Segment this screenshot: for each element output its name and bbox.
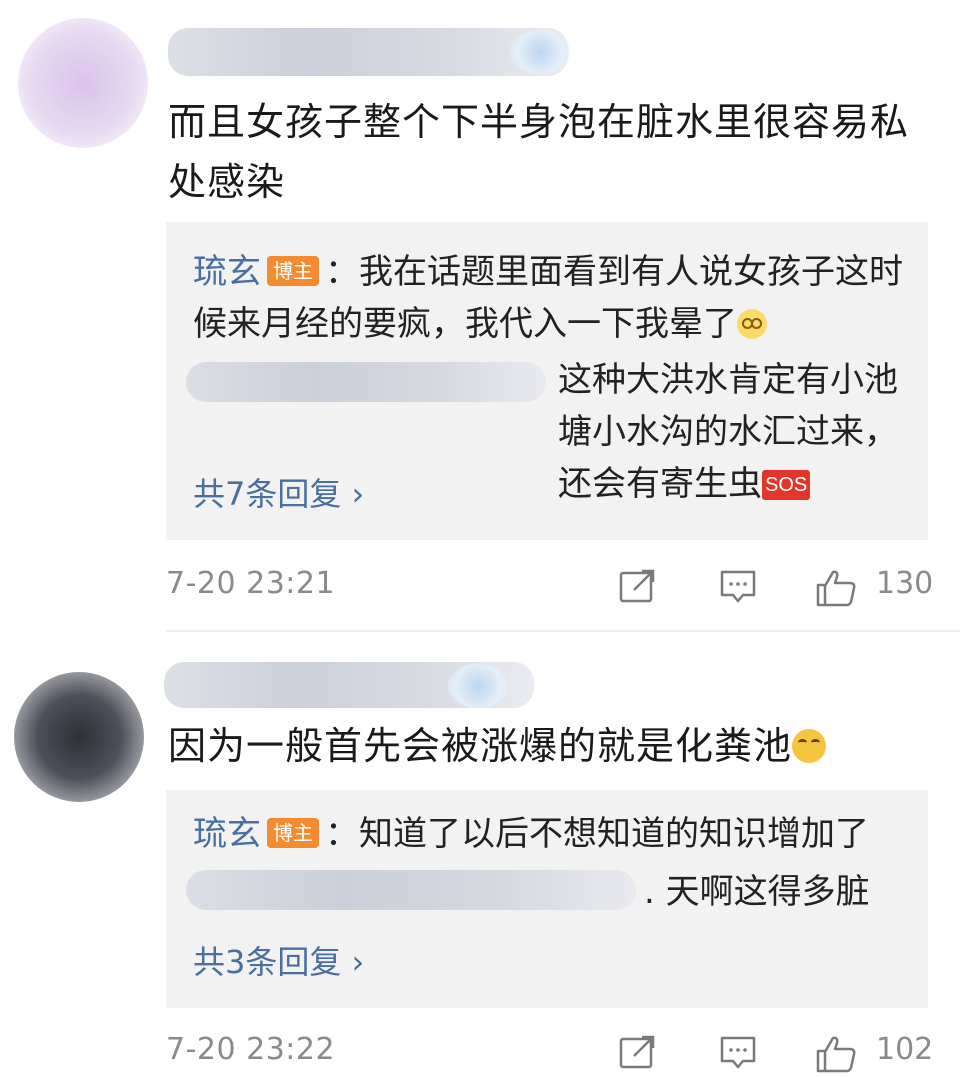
timestamp: 7-20 23:21 xyxy=(166,566,336,601)
comment-icon[interactable] xyxy=(718,1034,758,1076)
blurred-reply-author[interactable] xyxy=(186,870,636,910)
comment-text: 因为一般首先会被涨爆的就是化粪池 xyxy=(168,716,938,776)
blurred-badge xyxy=(510,30,570,74)
blurred-reply-author[interactable] xyxy=(186,362,546,402)
avatar[interactable] xyxy=(18,18,148,148)
reply-text: 琉玄 博主 ：我在话题里面看到有人说女孩子这时候来月经的要疯，我代入一下我晕了 xyxy=(193,252,903,344)
more-replies-link[interactable]: 共7条回复 › xyxy=(193,470,364,518)
reply-text: . 天啊这得多脏 xyxy=(644,872,870,912)
share-icon[interactable] xyxy=(618,568,658,608)
laughing-crying-emoji-icon xyxy=(792,729,827,763)
comment-text: 而且女孩子整个下半身泡在脏水里很容易私处感染 xyxy=(168,100,910,204)
like-count: 130 xyxy=(876,566,934,601)
blurred-badge xyxy=(448,664,508,708)
like-icon[interactable] xyxy=(814,568,858,612)
comment-actions: 7-20 23:21 130 xyxy=(166,562,933,612)
like-count: 102 xyxy=(876,1032,934,1067)
timestamp: 7-20 23:22 xyxy=(166,1032,336,1067)
comment-actions: 7-20 23:22 102 xyxy=(166,1028,933,1078)
comment-icon[interactable] xyxy=(718,568,758,610)
sos-emoji-icon: SOS xyxy=(762,470,811,500)
reply-text: 这种大洪水肯定有小池塘小水沟的水汇过来，还会有寄生虫 SOS xyxy=(558,360,898,504)
comment-item: 而且女孩子整个下半身泡在脏水里很容易私处感染 琉玄 博主 ：我在话题里面看到有人说女… xyxy=(0,0,960,632)
more-replies-link[interactable]: 共3条回复 › xyxy=(193,938,364,986)
reply-preview[interactable]: 琉玄 博主 ：我在话题里面看到有人说女孩子这时候来月经的要疯，我代入一下我晕了 这种… xyxy=(166,222,928,540)
blurred-username[interactable] xyxy=(168,28,568,76)
reply-preview[interactable]: 琉玄 博主 ：知道了以后不想知道的知识增加了 . 天啊这得多脏 共3条回复 › xyxy=(166,790,928,1008)
blogger-badge: 博主 xyxy=(267,256,319,286)
blogger-badge: 博主 xyxy=(267,818,319,848)
comment-item: 因为一般首先会被涨爆的就是化粪池 琉玄 博主 ：知道了以后不想知道的知识增加了 . … xyxy=(0,632,960,1074)
dizzy-emoji-icon xyxy=(737,309,767,339)
avatar[interactable] xyxy=(14,672,144,802)
reply-author[interactable]: 琉玄 xyxy=(193,252,261,292)
share-icon[interactable] xyxy=(618,1034,658,1074)
like-icon[interactable] xyxy=(814,1034,858,1078)
reply-author[interactable]: 琉玄 xyxy=(193,814,261,854)
reply-text: 琉玄 博主 ：知道了以后不想知道的知识增加了 xyxy=(193,814,869,854)
